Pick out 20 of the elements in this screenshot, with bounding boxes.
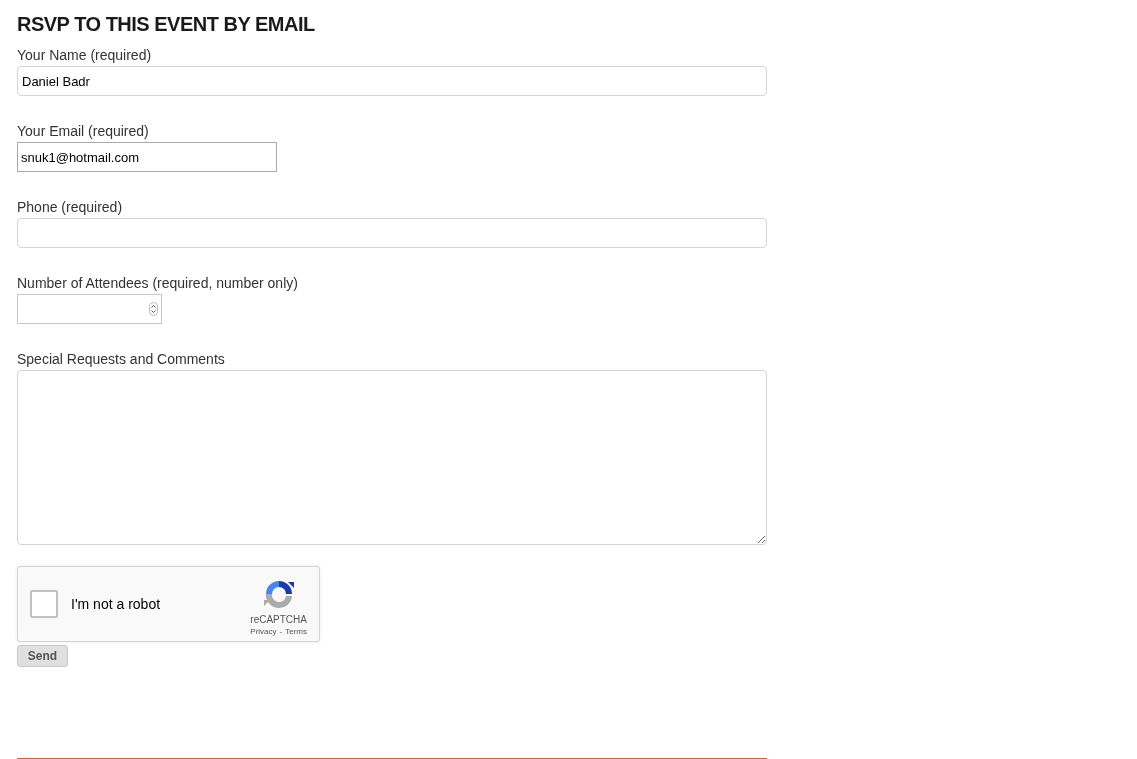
terms-link[interactable]: Terms [285,626,307,638]
field-label: Number of Attendees (required, number only) [17,274,298,292]
recaptcha-logo-icon [262,578,295,610]
comments-field[interactable] [17,370,767,545]
field-label: Special Requests and Comments [17,350,225,368]
privacy-link[interactable]: Privacy [250,626,277,638]
field-label: Your Name (required) [17,46,152,64]
text-field[interactable] [17,218,767,248]
form-heading: RSVP TO THIS EVENT BY EMAIL [17,12,316,36]
captcha-brand: reCAPTCHA [250,614,307,626]
captcha-checkbox[interactable] [30,590,58,618]
field-label: Phone (required) [17,198,123,216]
spinner-icon[interactable] [149,302,158,316]
email-field[interactable]: snuk1@hotmail.com [17,142,277,172]
field-label: Your Email (required) [17,122,149,140]
link-separator: - [279,626,283,638]
send-button[interactable]: Send [17,645,68,667]
captcha-label: I'm not a robot [71,594,162,614]
number-field[interactable] [17,294,162,324]
text-field[interactable]: Daniel Badr [17,66,767,96]
